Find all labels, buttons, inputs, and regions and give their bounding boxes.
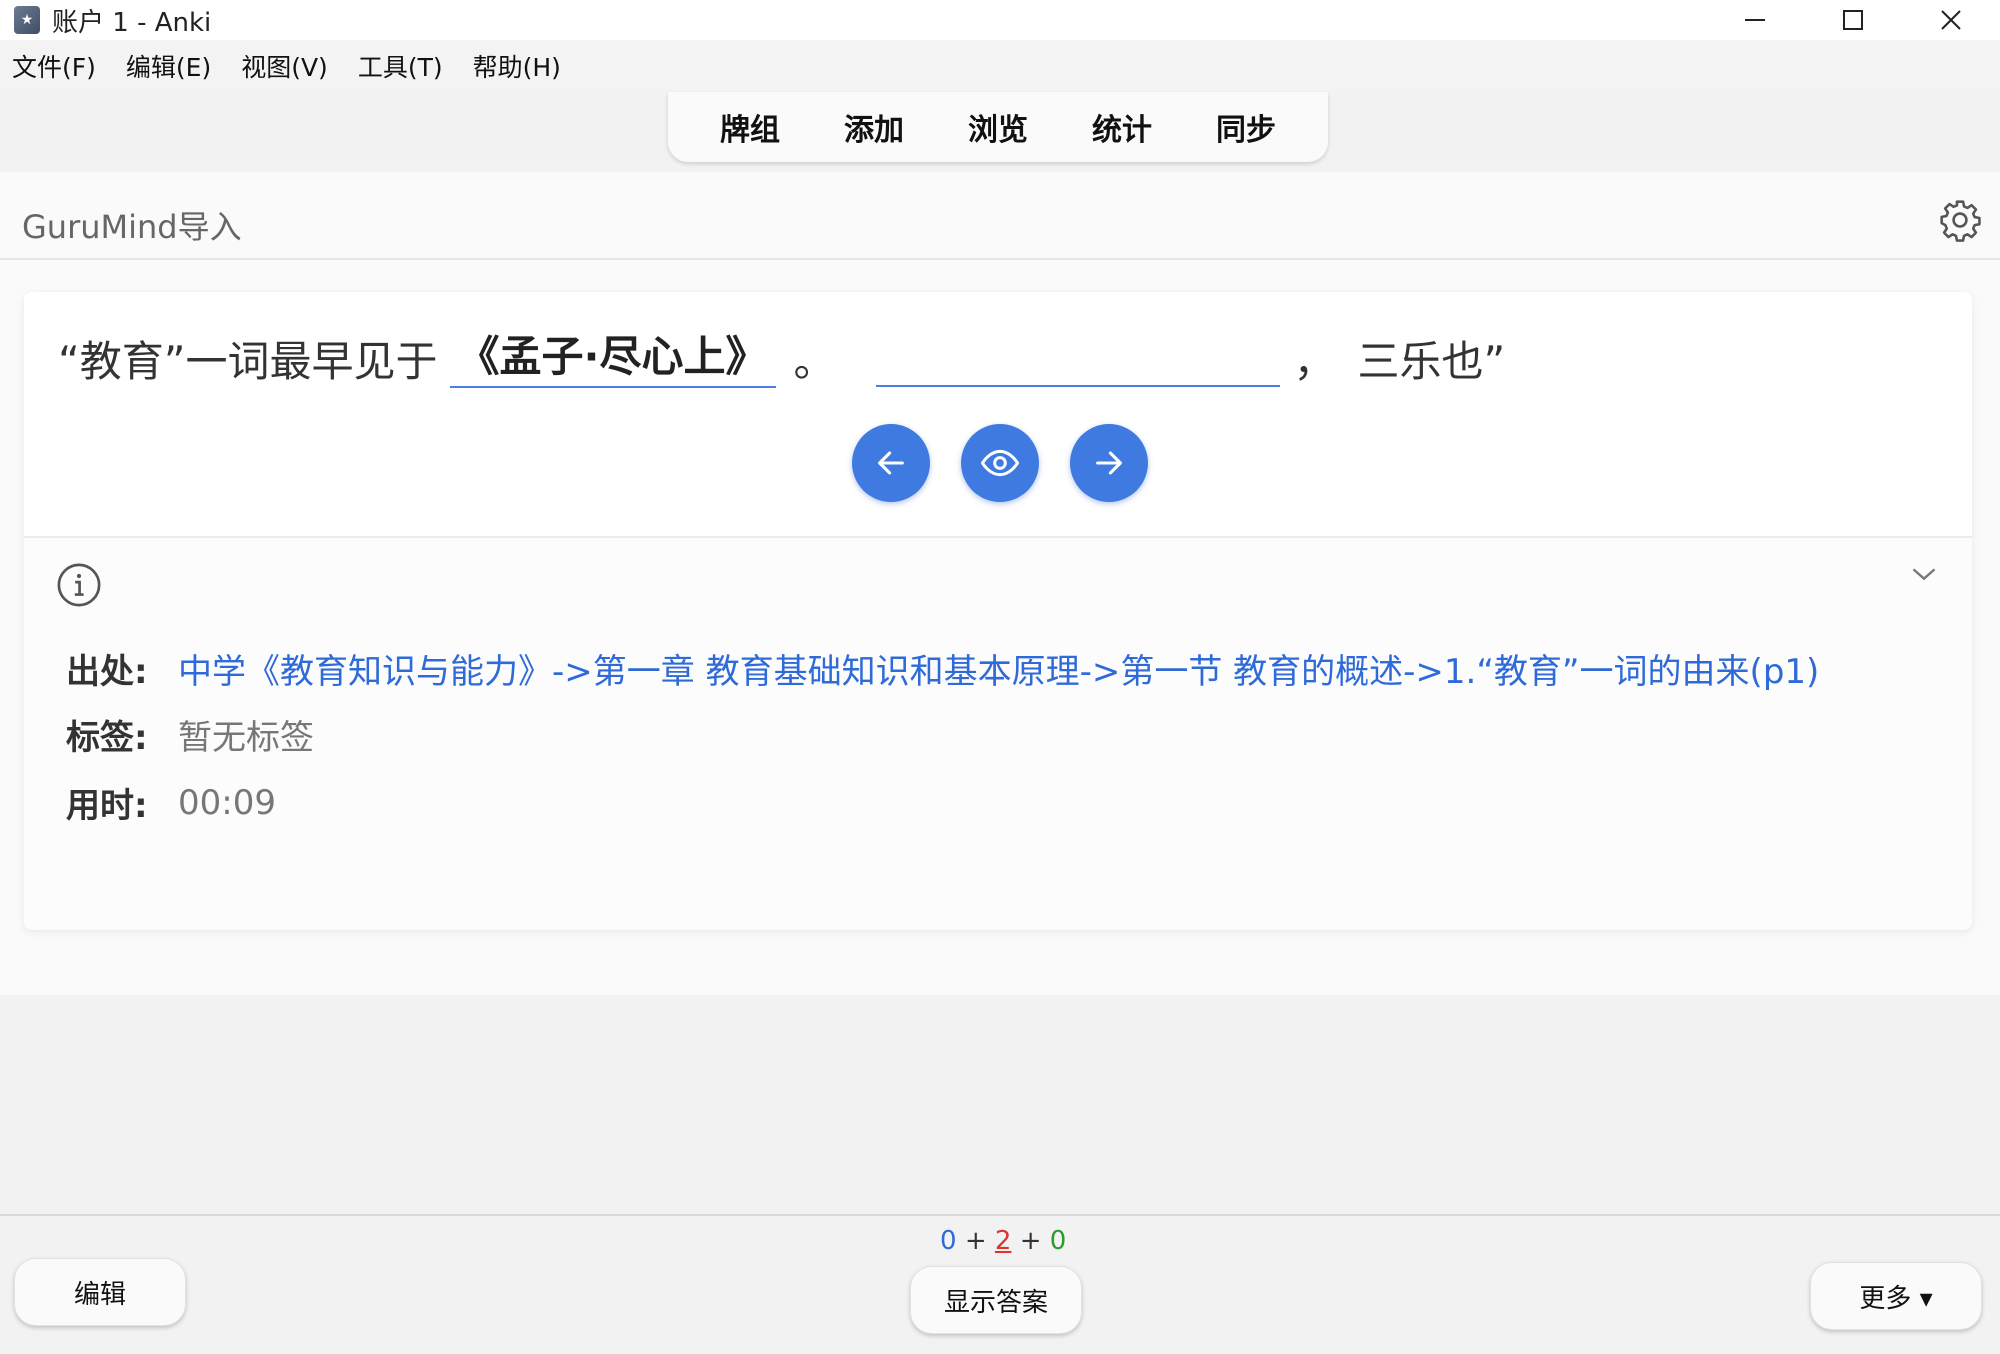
- chevron-down-icon[interactable]: [1910, 564, 1938, 584]
- arrow-right-icon: [1096, 451, 1122, 475]
- new-count: 0: [940, 1226, 957, 1256]
- menu-file[interactable]: 文件(F): [12, 48, 96, 84]
- gear-icon[interactable]: [1938, 198, 1982, 242]
- maximize-icon: [1843, 10, 1863, 30]
- edit-button[interactable]: 编辑: [14, 1258, 186, 1326]
- menu-help[interactable]: 帮助(H): [473, 48, 561, 84]
- show-answer-label: 显示答案: [943, 1287, 1048, 1318]
- learn-count: 2: [994, 1226, 1012, 1256]
- deck-title: GuruMind导入: [22, 208, 242, 246]
- question-period: 。: [793, 336, 836, 386]
- count-plus: +: [1019, 1226, 1042, 1256]
- question-suffix: 三乐也”: [1357, 336, 1506, 386]
- previous-button[interactable]: [852, 424, 930, 502]
- minimize-icon: [1745, 19, 1765, 21]
- card-info-panel: 出处: 中学《教育知识与能力》->第一章 教育基础知识和基本原理->第一节 教育…: [24, 538, 1972, 930]
- close-icon: [1941, 10, 1961, 30]
- toolbar-area: 牌组 添加 浏览 统计 同步: [0, 92, 2000, 172]
- card-nav-buttons: [852, 424, 1179, 502]
- maximize-button[interactable]: [1804, 0, 1902, 40]
- toolbar-decks[interactable]: 牌组: [720, 105, 780, 149]
- cloze-answer-shown: 《孟子·尽心上》: [449, 328, 776, 388]
- close-button[interactable]: [1902, 0, 2000, 40]
- menu-edit[interactable]: 编辑(E): [126, 48, 211, 84]
- cloze-blank[interactable]: [875, 329, 1280, 387]
- source-label: 出处:: [66, 652, 148, 692]
- toolbar-browse[interactable]: 浏览: [968, 105, 1028, 149]
- window-controls: [1706, 0, 2000, 40]
- due-counts: 0 + 2 + 0: [940, 1226, 1066, 1256]
- edit-button-label: 编辑: [73, 1279, 126, 1310]
- show-answer-button[interactable]: 显示答案: [910, 1266, 1082, 1334]
- flashcard: “教育”一词最早见于 《孟子·尽心上》 。 ， 三乐也” 出处: 中学《教育知识…: [24, 292, 1972, 930]
- question-text: “教育”一词最早见于 《孟子·尽心上》 。 ， 三乐也”: [58, 328, 1505, 388]
- review-count: 0: [1049, 1226, 1067, 1256]
- info-icon[interactable]: [56, 562, 102, 608]
- more-button-label: 更多 ▾: [1859, 1283, 1933, 1314]
- reveal-button[interactable]: [961, 424, 1039, 502]
- window-title: 账户 1 - Anki: [52, 7, 212, 38]
- tags-value: 暂无标签: [178, 718, 314, 758]
- count-plus: +: [964, 1226, 987, 1256]
- tags-row: 标签: 暂无标签: [66, 710, 314, 759]
- menu-tools[interactable]: 工具(T): [358, 48, 443, 84]
- toolbar-add[interactable]: 添加: [844, 105, 904, 149]
- next-button[interactable]: [1070, 424, 1148, 502]
- minimize-button[interactable]: [1706, 0, 1804, 40]
- anki-app-icon: ★: [14, 6, 40, 34]
- time-label: 用时:: [66, 786, 148, 826]
- toolbar-sync[interactable]: 同步: [1216, 105, 1276, 149]
- source-row: 出处: 中学《教育知识与能力》->第一章 教育基础知识和基本原理->第一节 教育…: [66, 644, 1819, 693]
- card-question-area: “教育”一词最早见于 《孟子·尽心上》 。 ， 三乐也”: [24, 292, 1972, 538]
- menu-bar: 文件(F) 编辑(E) 视图(V) 工具(T) 帮助(H): [0, 40, 2000, 92]
- main-toolbar: 牌组 添加 浏览 统计 同步: [668, 92, 1328, 162]
- deck-header: GuruMind导入: [0, 172, 2000, 260]
- question-prefix: “教育”一词最早见于: [58, 336, 438, 386]
- tags-label: 标签:: [66, 718, 148, 758]
- time-value: 00:09: [178, 782, 276, 823]
- toolbar-stats[interactable]: 统计: [1092, 105, 1152, 149]
- time-row: 用时: 00:09: [66, 778, 276, 827]
- question-comma: ，: [1293, 336, 1336, 386]
- source-link[interactable]: 中学《教育知识与能力》->第一章 教育基础知识和基本原理->第一节 教育的概述-…: [178, 644, 1819, 693]
- arrow-left-icon: [878, 451, 904, 475]
- menu-view[interactable]: 视图(V): [241, 48, 328, 84]
- more-button[interactable]: 更多 ▾: [1810, 1262, 1982, 1330]
- title-bar: ★ 账户 1 - Anki: [0, 0, 2000, 40]
- eye-icon: [980, 449, 1020, 477]
